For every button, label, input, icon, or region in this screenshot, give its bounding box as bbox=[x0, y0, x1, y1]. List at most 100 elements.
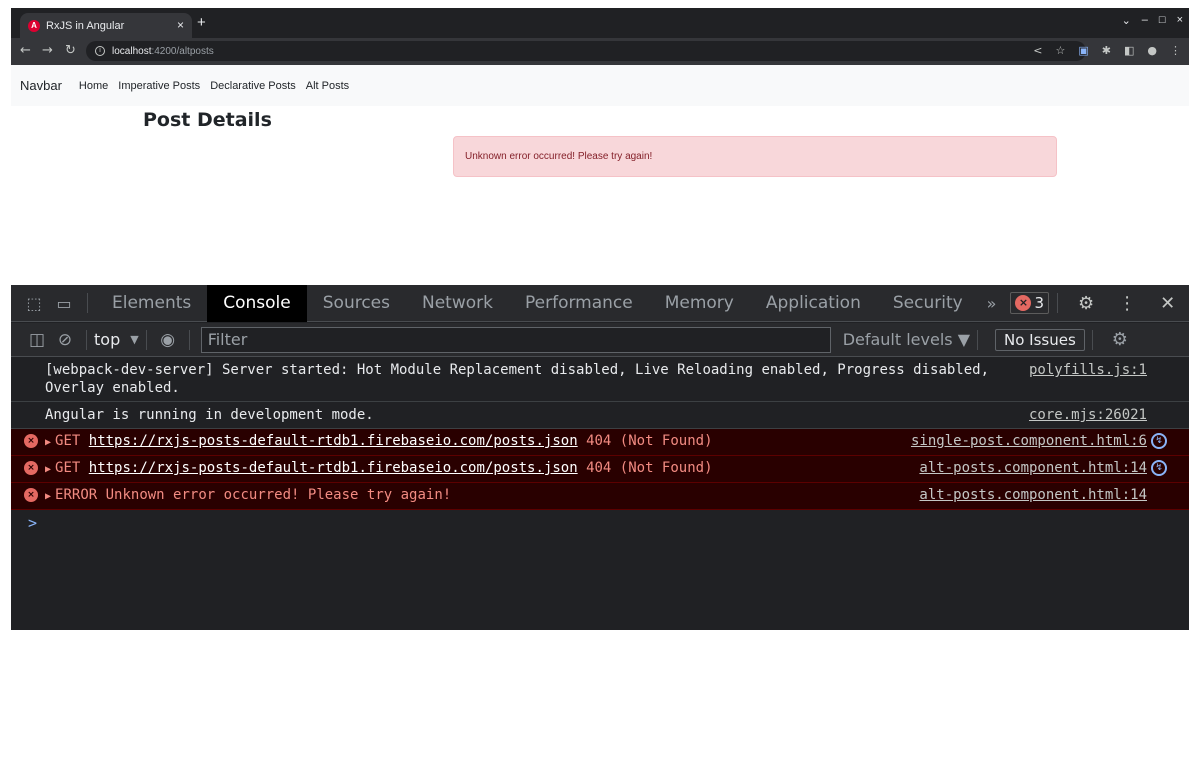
expand-triangle-icon[interactable]: ▶ bbox=[45, 464, 51, 475]
tab-network[interactable]: Network bbox=[406, 285, 509, 322]
tab-elements[interactable]: Elements bbox=[96, 285, 207, 322]
error-text: ERROR Unknown error occurred! Please try… bbox=[55, 487, 452, 503]
source-link[interactable]: polyfills.js:1 bbox=[1029, 361, 1147, 379]
inspect-element-icon[interactable]: ⬚ bbox=[19, 294, 49, 313]
log-levels-dropdown[interactable]: Default levels ▼ bbox=[843, 330, 970, 349]
console-prompt[interactable]: > bbox=[11, 510, 1189, 532]
http-method: GET bbox=[55, 433, 81, 449]
url-host: localhost bbox=[112, 45, 152, 57]
expand-triangle-icon[interactable]: ▶ bbox=[45, 437, 51, 448]
error-icon: × bbox=[24, 488, 38, 502]
devtools-panel: ⬚ ▭ Elements Console Sources Network Per… bbox=[11, 284, 1189, 630]
browser-window: A RxJS in Angular × + ⌄ – □ × ← → ↻ i lo… bbox=[11, 8, 1189, 630]
angular-icon: A bbox=[28, 19, 40, 32]
message-text: [webpack-dev-server] Server started: Hot… bbox=[45, 362, 990, 396]
navbar-brand[interactable]: Navbar bbox=[20, 78, 62, 93]
tab-console[interactable]: Console bbox=[207, 284, 307, 322]
tab-title: RxJS in Angular bbox=[46, 19, 125, 32]
message-text: Angular is running in development mode. bbox=[45, 407, 374, 423]
settings-gear-icon[interactable]: ⚙ bbox=[1078, 293, 1094, 314]
nav-link-alt-posts[interactable]: Alt Posts bbox=[306, 80, 349, 92]
issues-button[interactable]: No Issues bbox=[995, 328, 1085, 351]
tab-sources[interactable]: Sources bbox=[307, 285, 406, 322]
toolbar-icons: < ☆ ▣ ✱ ◧ ● ⋮ bbox=[1033, 44, 1181, 57]
device-toolbar-icon[interactable]: ▭ bbox=[49, 294, 79, 313]
nav-link-declarative-posts[interactable]: Declarative Posts bbox=[210, 80, 296, 92]
sidebar-toggle-icon[interactable]: ◫ bbox=[23, 330, 51, 350]
console-log: [webpack-dev-server] Server started: Hot… bbox=[11, 357, 1189, 532]
maximize-button[interactable]: □ bbox=[1159, 14, 1166, 27]
error-count-badge[interactable]: × 3 bbox=[1010, 292, 1050, 314]
error-icon: × bbox=[1015, 295, 1032, 311]
error-icon: × bbox=[24, 434, 38, 448]
chevron-down-icon: ▼ bbox=[130, 333, 139, 346]
error-count: 3 bbox=[1034, 294, 1045, 312]
source-link[interactable]: alt-posts.component.html:14 bbox=[919, 459, 1147, 477]
console-message: Angular is running in development mode. … bbox=[11, 402, 1189, 429]
nav-link-imperative-posts[interactable]: Imperative Posts bbox=[118, 80, 200, 92]
site-navbar: Navbar Home Imperative Posts Declarative… bbox=[11, 65, 1189, 106]
tab-search-icon[interactable]: ⌄ bbox=[1122, 14, 1131, 27]
reload-icon[interactable]: ↻ bbox=[65, 43, 76, 58]
console-error-message: × ▶ GET https://rxjs-posts-default-rtdb1.… bbox=[11, 429, 1189, 456]
network-request-icon[interactable]: ↯ bbox=[1151, 433, 1167, 449]
context-selector[interactable]: top ▼ bbox=[94, 330, 139, 349]
divider bbox=[977, 329, 979, 350]
close-devtools-icon[interactable]: ✕ bbox=[1160, 293, 1175, 314]
browser-tab[interactable]: A RxJS in Angular × bbox=[20, 13, 192, 38]
error-icon: × bbox=[24, 461, 38, 475]
live-expression-eye-icon[interactable]: ◉ bbox=[154, 330, 182, 350]
bookmark-star-icon[interactable]: ☆ bbox=[1055, 44, 1065, 57]
tab-close-icon[interactable]: × bbox=[177, 18, 184, 32]
tab-performance[interactable]: Performance bbox=[509, 285, 649, 322]
filter-input[interactable]: Filter bbox=[200, 326, 831, 353]
source-link[interactable]: core.mjs:26021 bbox=[1029, 406, 1147, 424]
forward-icon[interactable]: → bbox=[42, 43, 53, 58]
more-options-icon[interactable]: ⋮ bbox=[1118, 293, 1136, 314]
profile-avatar-icon[interactable]: ● bbox=[1147, 44, 1157, 57]
tab-memory[interactable]: Memory bbox=[649, 285, 750, 322]
console-error-message: × ▶ ERROR Unknown error occurred! Please … bbox=[11, 483, 1189, 510]
http-status: 404 (Not Found) bbox=[586, 433, 713, 449]
title-bar: A RxJS in Angular × + ⌄ – □ × bbox=[11, 8, 1189, 38]
close-window-button[interactable]: × bbox=[1177, 14, 1183, 27]
request-url-link[interactable]: https://rxjs-posts-default-rtdb1.firebas… bbox=[89, 460, 578, 476]
divider bbox=[145, 329, 147, 350]
site-info-icon[interactable]: i bbox=[95, 46, 105, 56]
http-method: GET bbox=[55, 460, 81, 476]
request-url-link[interactable]: https://rxjs-posts-default-rtdb1.firebas… bbox=[89, 433, 578, 449]
devtools-actions: ⚙ ⋮ ✕ bbox=[1078, 293, 1175, 314]
minimize-button[interactable]: – bbox=[1142, 14, 1148, 27]
divider bbox=[87, 293, 88, 313]
extensions-puzzle-icon[interactable]: ✱ bbox=[1102, 44, 1111, 57]
console-toolbar: ◫ ⊘ top ▼ ◉ Filter Default levels ▼ No I… bbox=[11, 323, 1189, 357]
share-icon[interactable]: < bbox=[1033, 44, 1042, 57]
source-link[interactable]: single-post.component.html:6 bbox=[911, 432, 1147, 450]
tab-security[interactable]: Security bbox=[877, 285, 979, 322]
address-bar: ← → ↻ i localhost:4200/altposts < ☆ ▣ ✱ … bbox=[11, 38, 1189, 65]
network-request-icon[interactable]: ↯ bbox=[1151, 460, 1167, 476]
extension-icon[interactable]: ▣ bbox=[1078, 44, 1088, 57]
console-settings-gear-icon[interactable]: ⚙ bbox=[1112, 329, 1128, 350]
new-tab-button[interactable]: + bbox=[197, 14, 206, 31]
side-panel-icon[interactable]: ◧ bbox=[1124, 44, 1134, 57]
clear-console-icon[interactable]: ⊘ bbox=[51, 330, 79, 350]
console-error-message: × ▶ GET https://rxjs-posts-default-rtdb1.… bbox=[11, 456, 1189, 483]
http-status: 404 (Not Found) bbox=[586, 460, 713, 476]
devtools-tab-bar: ⬚ ▭ Elements Console Sources Network Per… bbox=[11, 284, 1189, 322]
context-value: top bbox=[94, 330, 121, 349]
back-icon[interactable]: ← bbox=[20, 43, 31, 58]
console-message: [webpack-dev-server] Server started: Hot… bbox=[11, 357, 1189, 402]
menu-kebab-icon[interactable]: ⋮ bbox=[1170, 44, 1181, 57]
error-alert: Unknown error occurred! Please try again… bbox=[453, 136, 1057, 177]
more-tabs-button[interactable]: » bbox=[987, 294, 997, 313]
expand-triangle-icon[interactable]: ▶ bbox=[45, 491, 51, 502]
divider bbox=[188, 329, 190, 350]
source-link[interactable]: alt-posts.component.html:14 bbox=[919, 486, 1147, 504]
tab-application[interactable]: Application bbox=[750, 285, 877, 322]
divider bbox=[86, 329, 87, 350]
url-input[interactable]: i localhost:4200/altposts bbox=[86, 41, 1086, 61]
url-path: :4200/altposts bbox=[151, 45, 214, 57]
nav-link-home[interactable]: Home bbox=[79, 80, 108, 92]
divider bbox=[1057, 293, 1059, 313]
